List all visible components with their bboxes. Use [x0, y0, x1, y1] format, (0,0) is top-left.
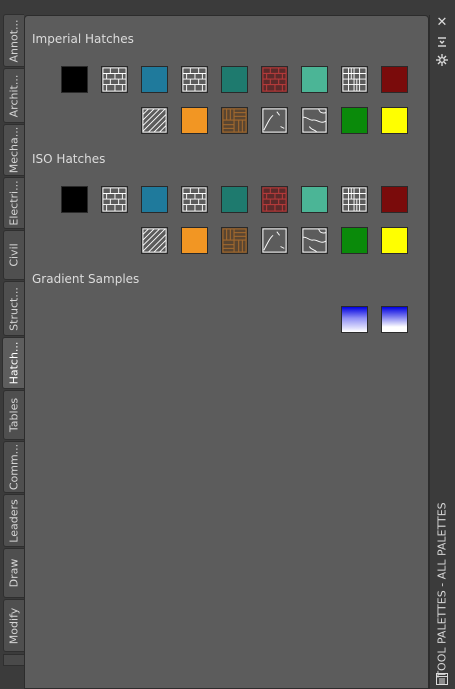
tab-leaders[interactable]: Leaders — [3, 494, 24, 547]
swatch-diagonal[interactable] — [141, 227, 168, 254]
tab-label: Leaders — [7, 498, 21, 543]
swatch-earth[interactable] — [301, 227, 328, 254]
tab-label: Civil — [7, 243, 21, 267]
swatch-solid-darkred[interactable] — [381, 66, 408, 93]
swatch-solid-black[interactable] — [61, 186, 88, 213]
tab-tables[interactable]: Tables — [3, 390, 24, 440]
swatch-solid-aqua[interactable] — [301, 66, 328, 93]
palette-titlebar: ✕ TOOL PALETTES - ALL PALETTES — [429, 15, 455, 689]
swatch-solid-yellow[interactable] — [381, 107, 408, 134]
swatch-solid-blue[interactable] — [141, 66, 168, 93]
swatch-solid-aqua[interactable] — [301, 186, 328, 213]
swatch-earth[interactable] — [301, 107, 328, 134]
tab-annotation[interactable]: Annot... — [3, 14, 24, 67]
swatch-parquet[interactable] — [221, 107, 248, 134]
tab-label: Draw — [7, 558, 21, 588]
tab-architectural[interactable]: Archit... — [3, 68, 24, 123]
swatch-curve[interactable] — [261, 107, 288, 134]
tab-label: Mecha... — [7, 126, 21, 174]
swatch-solid-green[interactable] — [341, 227, 368, 254]
tab-overflow — [3, 654, 24, 666]
swatch-grid[interactable] — [341, 186, 368, 213]
swatch-brick-red[interactable] — [261, 186, 288, 213]
swatch-brick[interactable] — [101, 66, 128, 93]
hatches-palette: Imperial Hatches ISO Hatches Gradient Sa… — [24, 15, 429, 689]
swatch-diagonal[interactable] — [141, 107, 168, 134]
tab-label: Archit... — [7, 74, 21, 117]
swatch-solid-teal[interactable] — [221, 186, 248, 213]
tab-label: Electri... — [7, 180, 21, 226]
swatch-solid-darkred[interactable] — [381, 186, 408, 213]
tab-label: Comm... — [7, 443, 21, 491]
swatch-solid-teal[interactable] — [221, 66, 248, 93]
tab-civil[interactable]: Civil — [3, 230, 24, 280]
tab-hatches[interactable]: Hatch... — [2, 337, 25, 389]
tab-draw[interactable]: Draw — [3, 548, 24, 598]
swatch-brick[interactable] — [181, 186, 208, 213]
tab-label: Modify — [7, 607, 21, 644]
tab-structural[interactable]: Struct... — [3, 281, 24, 336]
tab-mechanical[interactable]: Mecha... — [3, 124, 24, 176]
swatch-brick-red[interactable] — [261, 66, 288, 93]
section-title-iso: ISO Hatches — [32, 152, 106, 166]
swatch-solid-blue[interactable] — [141, 186, 168, 213]
swatch-brick[interactable] — [101, 186, 128, 213]
close-icon[interactable]: ✕ — [435, 16, 449, 30]
section-title-gradient: Gradient Samples — [32, 272, 140, 286]
swatch-solid-orange[interactable] — [181, 227, 208, 254]
swatch-solid-green[interactable] — [341, 107, 368, 134]
tab-label: Hatch... — [7, 341, 21, 385]
tab-label: Struct... — [7, 286, 21, 331]
swatch-gradient-shifted[interactable] — [381, 306, 408, 333]
properties-icon[interactable] — [435, 672, 449, 686]
swatch-parquet[interactable] — [221, 227, 248, 254]
palette-tabs: Annot... Archit... Mecha... Electri... C… — [0, 14, 25, 689]
settings-icon[interactable] — [435, 53, 449, 67]
tab-label: Tables — [7, 397, 21, 433]
swatch-solid-orange[interactable] — [181, 107, 208, 134]
swatch-gradient-linear[interactable] — [341, 306, 368, 333]
tab-electrical[interactable]: Electri... — [3, 177, 24, 229]
swatch-curve[interactable] — [261, 227, 288, 254]
palette-title: TOOL PALETTES - ALL PALETTES — [435, 502, 449, 678]
swatch-grid[interactable] — [341, 66, 368, 93]
swatch-solid-black[interactable] — [61, 66, 88, 93]
tab-command-samples[interactable]: Comm... — [3, 441, 24, 493]
tab-label: Annot... — [7, 18, 21, 63]
swatch-brick[interactable] — [181, 66, 208, 93]
pin-icon[interactable] — [435, 35, 449, 49]
tab-modify[interactable]: Modify — [3, 599, 24, 652]
swatch-solid-yellow[interactable] — [381, 227, 408, 254]
section-title-imperial: Imperial Hatches — [32, 32, 134, 46]
